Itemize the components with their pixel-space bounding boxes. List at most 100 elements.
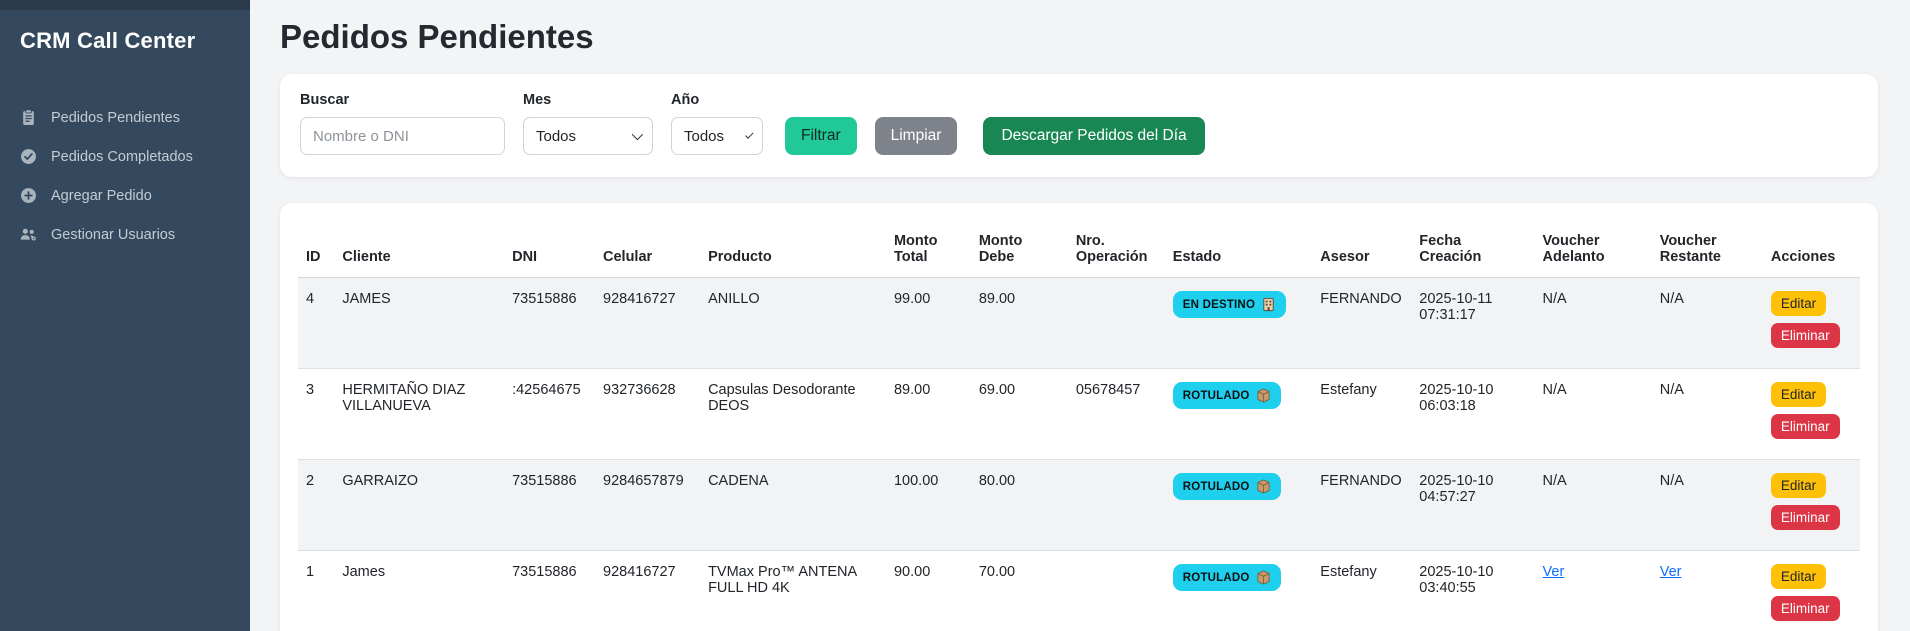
- main-content: Pedidos Pendientes Buscar Mes Todos Año …: [250, 0, 1910, 631]
- column-header: Nro. Operación: [1068, 219, 1165, 278]
- orders-table: IDClienteDNICelularProductoMonto TotalMo…: [298, 219, 1860, 631]
- editar-button[interactable]: Editar: [1771, 473, 1826, 498]
- header-row: IDClienteDNICelularProductoMonto TotalMo…: [298, 219, 1860, 278]
- cell-id: 2: [298, 460, 334, 551]
- cell-cliente: James: [334, 551, 504, 631]
- sidebar-item-label: Pedidos Completados: [51, 149, 193, 165]
- voucher-restante-link[interactable]: Ver: [1660, 564, 1682, 580]
- filter-bar: Buscar Mes Todos Año Todos Filtrar Limpi…: [280, 74, 1878, 177]
- cell-monto-total: 99.00: [886, 278, 971, 369]
- cell-cliente: GARRAIZO: [334, 460, 504, 551]
- cell-monto-debe: 80.00: [971, 460, 1068, 551]
- cell-voucher-restante: N/A: [1652, 460, 1763, 551]
- cell-voucher-restante: N/A: [1652, 369, 1763, 460]
- column-header: Estado: [1165, 219, 1313, 278]
- cell-dni: 73515886: [504, 278, 595, 369]
- column-header: ID: [298, 219, 334, 278]
- status-badge: ROTULADO: [1173, 382, 1281, 409]
- sidebar-item-pedidos-completados[interactable]: Pedidos Completados: [0, 137, 250, 176]
- column-header: Celular: [595, 219, 700, 278]
- cell-voucher-adelanto: N/A: [1535, 369, 1652, 460]
- sidebar-item-agregar-pedido[interactable]: Agregar Pedido: [0, 176, 250, 215]
- descargar-pedidos-button[interactable]: Descargar Pedidos del Día: [983, 117, 1204, 155]
- sidebar-item-label: Gestionar Usuarios: [51, 227, 175, 243]
- editar-button[interactable]: Editar: [1771, 382, 1826, 407]
- cell-dni: :42564675: [504, 369, 595, 460]
- clipboard-icon: [20, 109, 37, 126]
- editar-button[interactable]: Editar: [1771, 564, 1826, 589]
- cell-celular: 9284657879: [595, 460, 700, 551]
- sidebar-nav: Pedidos Pendientes Pedidos Completados A…: [0, 98, 250, 254]
- sidebar-item-gestionar-usuarios[interactable]: Gestionar Usuarios: [0, 215, 250, 254]
- chevron-down-icon: [745, 130, 753, 138]
- plus-circle-icon: [20, 187, 37, 204]
- cell-estado: ROTULADO: [1165, 369, 1313, 460]
- sidebar: CRM Call Center Pedidos Pendientes Pedid…: [0, 0, 250, 631]
- orders-table-card: IDClienteDNICelularProductoMonto TotalMo…: [280, 203, 1878, 631]
- column-header: Fecha Creación: [1411, 219, 1534, 278]
- cell-nro-operacion: [1068, 460, 1165, 551]
- cell-id: 4: [298, 278, 334, 369]
- column-header: Asesor: [1312, 219, 1411, 278]
- cell-voucher-restante: N/A: [1652, 278, 1763, 369]
- mes-select-value: Todos: [536, 128, 576, 145]
- cell-monto-total: 90.00: [886, 551, 971, 631]
- status-badge-label: EN DESTINO: [1183, 299, 1255, 311]
- filtrar-button[interactable]: Filtrar: [785, 117, 857, 155]
- sidebar-item-label: Agregar Pedido: [51, 188, 152, 204]
- ano-label: Año: [671, 92, 763, 108]
- buscar-label: Buscar: [300, 92, 505, 108]
- editar-button[interactable]: Editar: [1771, 291, 1826, 316]
- sidebar-item-pedidos-pendientes[interactable]: Pedidos Pendientes: [0, 98, 250, 137]
- cell-monto-debe: 69.00: [971, 369, 1068, 460]
- limpiar-button[interactable]: Limpiar: [875, 117, 958, 155]
- cell-estado: ROTULADO: [1165, 551, 1313, 631]
- cell-celular: 928416727: [595, 551, 700, 631]
- check-circle-icon: [20, 148, 37, 165]
- mes-label: Mes: [523, 92, 653, 108]
- ano-field: Año Todos: [671, 92, 763, 155]
- cell-producto: TVMax Pro™ ANTENA FULL HD 4K: [700, 551, 886, 631]
- package-icon: [1256, 388, 1271, 403]
- table-row: 4JAMES73515886928416727ANILLO99.0089.00E…: [298, 278, 1860, 369]
- status-badge: EN DESTINO: [1173, 291, 1286, 318]
- search-input[interactable]: [300, 117, 505, 155]
- ano-select-value: Todos: [684, 128, 724, 145]
- table-header: IDClienteDNICelularProductoMonto TotalMo…: [298, 219, 1860, 278]
- column-header: Producto: [700, 219, 886, 278]
- column-header: Acciones: [1763, 219, 1860, 278]
- column-header: DNI: [504, 219, 595, 278]
- table-row: 2GARRAIZO735158869284657879CADENA100.008…: [298, 460, 1860, 551]
- cell-fecha-creacion: 2025-10-10 04:57:27: [1411, 460, 1534, 551]
- eliminar-button[interactable]: Eliminar: [1771, 596, 1840, 621]
- ano-select[interactable]: Todos: [671, 117, 763, 155]
- cell-producto: Capsulas Desodorante DEOS: [700, 369, 886, 460]
- users-gear-icon: [20, 226, 37, 243]
- eliminar-button[interactable]: Eliminar: [1771, 323, 1840, 348]
- status-badge-label: ROTULADO: [1183, 390, 1250, 402]
- column-header: Voucher Restante: [1652, 219, 1763, 278]
- eliminar-button[interactable]: Eliminar: [1771, 414, 1840, 439]
- cell-fecha-creacion: 2025-10-10 03:40:55: [1411, 551, 1534, 631]
- mes-select[interactable]: Todos: [523, 117, 653, 155]
- cell-monto-debe: 89.00: [971, 278, 1068, 369]
- status-badge: ROTULADO: [1173, 473, 1281, 500]
- cell-id: 3: [298, 369, 334, 460]
- cell-voucher-adelanto: N/A: [1535, 278, 1652, 369]
- voucher-adelanto-link[interactable]: Ver: [1543, 564, 1565, 580]
- cell-voucher-adelanto: Ver: [1535, 551, 1652, 631]
- table-row: 1James73515886928416727TVMax Pro™ ANTENA…: [298, 551, 1860, 631]
- eliminar-button[interactable]: Eliminar: [1771, 505, 1840, 530]
- column-header: Monto Total: [886, 219, 971, 278]
- cell-asesor: Estefany: [1312, 551, 1411, 631]
- cell-dni: 73515886: [504, 551, 595, 631]
- cell-celular: 932736628: [595, 369, 700, 460]
- package-icon: [1256, 570, 1271, 585]
- cell-estado: EN DESTINO: [1165, 278, 1313, 369]
- cell-acciones: Editar Eliminar: [1763, 551, 1860, 631]
- column-header: Cliente: [334, 219, 504, 278]
- column-header: Monto Debe: [971, 219, 1068, 278]
- cell-fecha-creacion: 2025-10-11 07:31:17: [1411, 278, 1534, 369]
- cell-asesor: FERNANDO: [1312, 460, 1411, 551]
- cell-fecha-creacion: 2025-10-10 06:03:18: [1411, 369, 1534, 460]
